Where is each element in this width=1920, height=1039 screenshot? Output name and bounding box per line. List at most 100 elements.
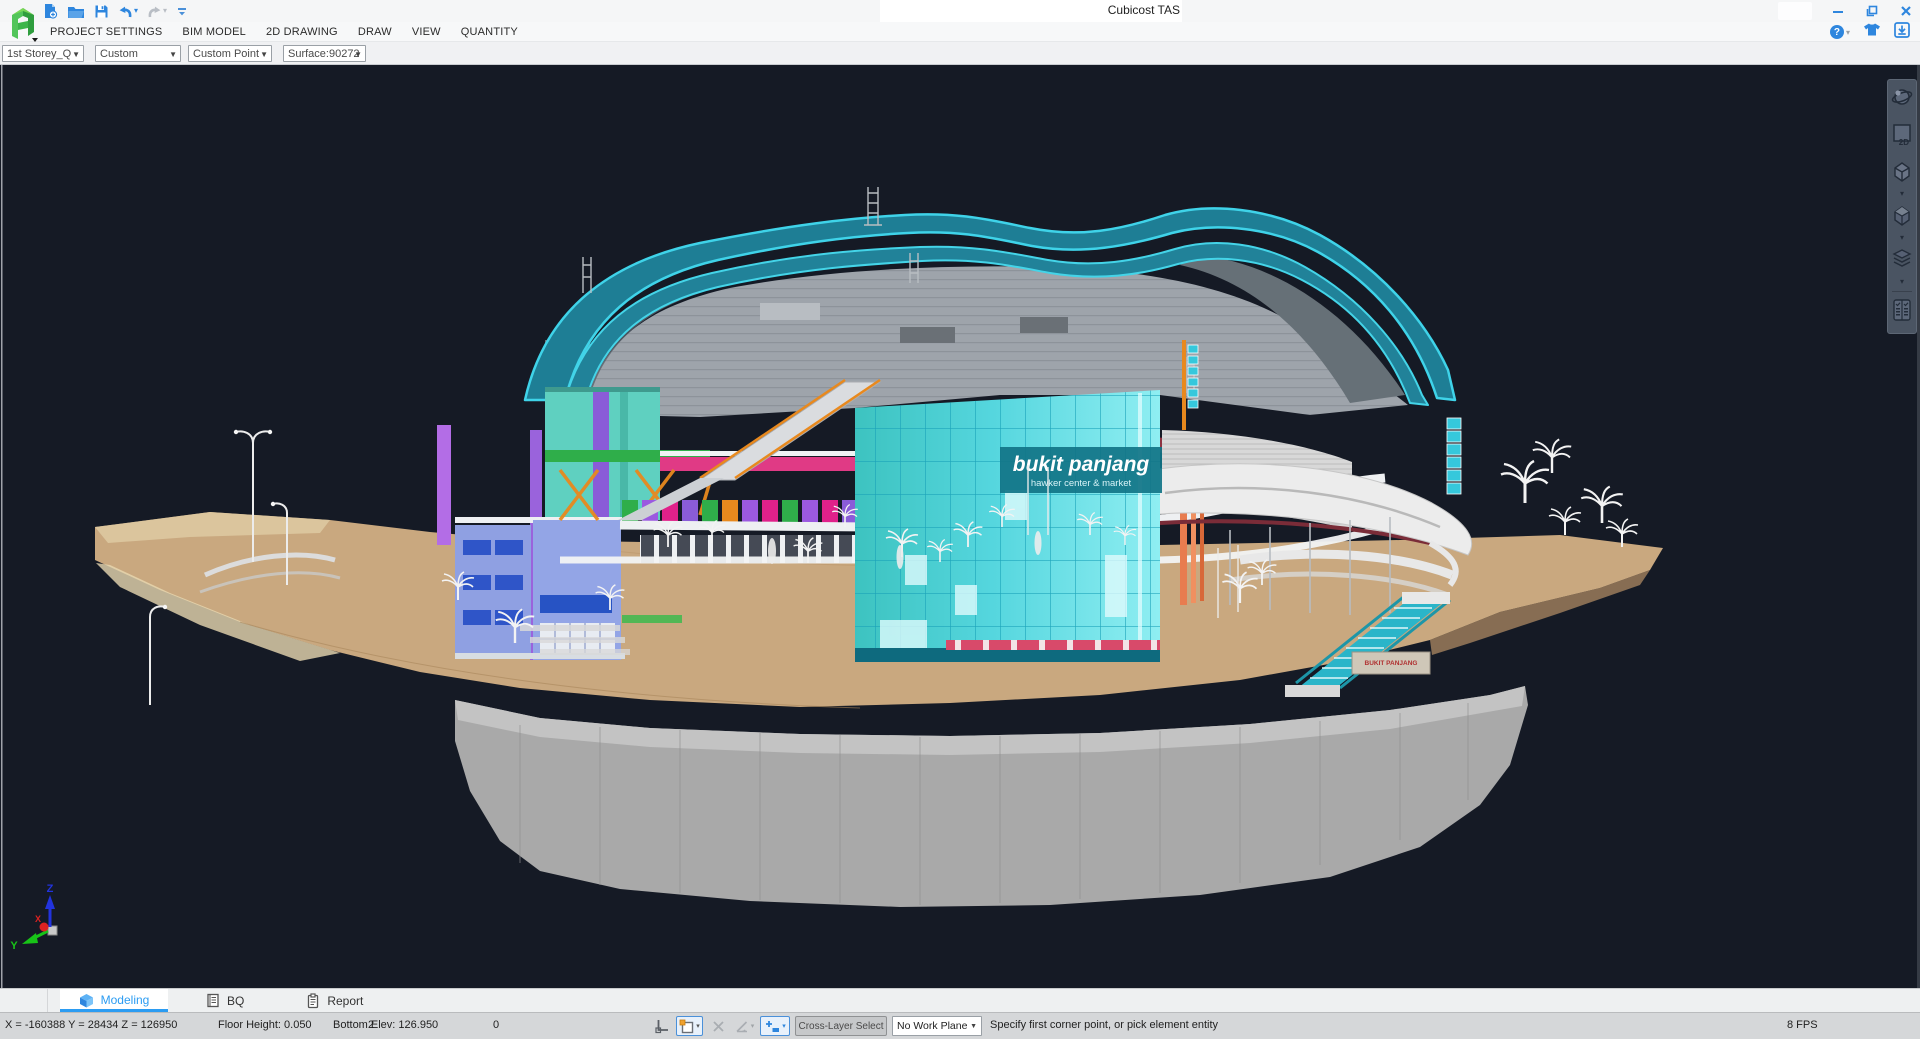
layers-button[interactable] bbox=[1890, 247, 1914, 276]
element-display-button[interactable] bbox=[1890, 298, 1914, 327]
help-button[interactable]: ? ▾ bbox=[1830, 25, 1850, 39]
view-2d-icon-label: 2D bbox=[1899, 138, 1909, 146]
wireframe-view-button[interactable] bbox=[1890, 159, 1914, 188]
angle-snap-button[interactable]: ▾ bbox=[731, 1016, 757, 1036]
model-roof-deck bbox=[545, 255, 1408, 417]
snap-settings-caret[interactable]: ▾ bbox=[696, 1022, 700, 1030]
count-a: 2 bbox=[368, 1019, 374, 1031]
save-button[interactable] bbox=[94, 4, 109, 19]
redo-icon bbox=[147, 4, 162, 19]
help-dropdown-caret[interactable]: ▾ bbox=[1846, 28, 1850, 37]
element-type-select-caret: ▼ bbox=[169, 50, 177, 59]
element-subtype-select-caret: ▼ bbox=[260, 50, 268, 59]
angle-icon bbox=[734, 1019, 749, 1034]
model-viewport[interactable]: bukit panjang hawker center & market BUK… bbox=[0, 65, 1920, 988]
point-snap-button[interactable]: ▾ bbox=[760, 1016, 790, 1036]
snap-rectangle-icon bbox=[679, 1019, 694, 1034]
shaded-view-button[interactable] bbox=[1890, 203, 1914, 232]
point-snap-icon bbox=[764, 1019, 780, 1034]
menubar: PROJECT SETTINGS BIM MODEL 2D DRAWING DR… bbox=[0, 22, 1920, 42]
axis-gizmo: Z Y X bbox=[10, 883, 57, 952]
storey-select-value: 1st Storey_Q bbox=[7, 48, 71, 60]
titlebar: Cubicost TAS bbox=[0, 0, 1920, 22]
tshirt-icon bbox=[1863, 22, 1881, 37]
restore-button[interactable] bbox=[1864, 3, 1880, 19]
point-snap-caret[interactable]: ▾ bbox=[782, 1022, 786, 1030]
menu-bim-model[interactable]: BIM MODEL bbox=[182, 26, 246, 38]
stair-sign-text: BUKIT PANJANG bbox=[1365, 660, 1418, 667]
tab-modeling[interactable]: Modeling bbox=[60, 989, 168, 1012]
stair-sign: BUKIT PANJANG bbox=[1352, 652, 1430, 674]
menu-project-settings[interactable]: PROJECT SETTINGS bbox=[50, 26, 162, 38]
cross-layer-select-button[interactable]: Cross-Layer Select bbox=[795, 1016, 887, 1036]
customize-toolbar-icon bbox=[176, 5, 188, 18]
modeling-cube-icon bbox=[79, 993, 94, 1008]
app-logo[interactable] bbox=[7, 3, 39, 41]
tabbar-spacer bbox=[0, 989, 48, 1012]
view-2d-button[interactable]: 2D bbox=[1890, 122, 1914, 151]
orbit-icon bbox=[1890, 85, 1914, 109]
customize-toolbar-button[interactable] bbox=[176, 5, 188, 18]
open-file-button[interactable] bbox=[67, 4, 85, 19]
menu-quantity[interactable]: QUANTITY bbox=[461, 26, 518, 38]
count-b: 0 bbox=[493, 1019, 499, 1031]
view-2d-icon: 2D bbox=[1890, 122, 1914, 146]
menu-2d-drawing[interactable]: 2D DRAWING bbox=[266, 26, 338, 38]
element-subtype-select-value: Custom Point bbox=[193, 48, 259, 60]
layers-icon bbox=[1890, 247, 1914, 271]
new-file-icon bbox=[42, 3, 58, 20]
close-button[interactable] bbox=[1898, 3, 1914, 19]
storey-select[interactable]: 1st Storey_Q ▼ bbox=[2, 45, 84, 62]
help-icon: ? bbox=[1830, 25, 1844, 39]
open-folder-icon bbox=[67, 4, 85, 19]
wireframe-view-caret[interactable]: ▾ bbox=[1900, 190, 1904, 197]
cross-snap-button[interactable] bbox=[708, 1016, 728, 1036]
layers-caret[interactable]: ▾ bbox=[1900, 278, 1904, 285]
redo-button[interactable]: ▾ bbox=[147, 4, 167, 19]
snap-settings-button[interactable]: ▾ bbox=[676, 1016, 703, 1036]
building-sign: bukit panjang hawker center & market bbox=[1000, 447, 1162, 493]
tab-report[interactable]: Report bbox=[290, 989, 379, 1012]
coordinates-readout: X = -160388 Y = 28434 Z = 126950 bbox=[5, 1019, 177, 1031]
report-clipboard-icon bbox=[306, 993, 320, 1009]
minimize-button[interactable] bbox=[1830, 3, 1846, 19]
axis-x-label: X bbox=[35, 914, 41, 924]
quick-access-toolbar: ▾ ▾ bbox=[42, 2, 188, 20]
wireframe-cube-icon bbox=[1890, 159, 1914, 183]
surface-select-caret: ▼ bbox=[354, 50, 362, 59]
angle-snap-caret[interactable]: ▾ bbox=[751, 1022, 755, 1030]
download-icon bbox=[1894, 22, 1910, 38]
bottom-elev-readout: Bottom Elev: 126.950 bbox=[333, 1019, 438, 1031]
model-basement bbox=[455, 686, 1528, 907]
element-type-select[interactable]: Custom ▼ bbox=[95, 45, 181, 62]
tab-bq[interactable]: BQ bbox=[190, 989, 260, 1012]
tab-bq-label: BQ bbox=[227, 994, 244, 1008]
menu-draw[interactable]: DRAW bbox=[358, 26, 392, 38]
redo-dropdown-caret[interactable]: ▾ bbox=[163, 7, 167, 15]
skin-button[interactable] bbox=[1863, 22, 1881, 42]
work-plane-value: No Work Plane bbox=[897, 1020, 967, 1032]
new-file-button[interactable] bbox=[42, 3, 58, 20]
shaded-view-caret[interactable]: ▾ bbox=[1900, 234, 1904, 241]
checklist-icon bbox=[1890, 298, 1914, 322]
orbit-view-button[interactable] bbox=[1890, 85, 1914, 114]
update-download-button[interactable] bbox=[1894, 22, 1910, 43]
view-toolbar: 2D ▾ ▾ ▾ bbox=[1887, 79, 1917, 334]
ortho-toggle-button[interactable] bbox=[652, 1016, 672, 1036]
menu-view[interactable]: VIEW bbox=[412, 26, 441, 38]
element-type-select-value: Custom bbox=[100, 48, 138, 60]
save-icon bbox=[94, 4, 109, 19]
bottom-tabbar: Modeling BQ Report bbox=[0, 988, 1920, 1012]
surface-select[interactable]: Surface:90272 ▼ bbox=[283, 45, 366, 62]
work-plane-select[interactable]: No Work Plane ▼ bbox=[892, 1016, 982, 1036]
command-prompt: Specify first corner point, or pick elem… bbox=[990, 1019, 1218, 1031]
undo-button[interactable]: ▾ bbox=[118, 4, 138, 19]
storey-select-caret: ▼ bbox=[72, 50, 80, 59]
restore-icon bbox=[1865, 4, 1879, 18]
surface-select-value: Surface:90272 bbox=[288, 48, 360, 60]
undo-icon bbox=[118, 4, 133, 19]
element-subtype-select[interactable]: Custom Point ▼ bbox=[188, 45, 272, 62]
floor-height-readout: Floor Height: 0.050 bbox=[218, 1019, 312, 1031]
undo-dropdown-caret[interactable]: ▾ bbox=[134, 7, 138, 15]
solid-cube-icon bbox=[1890, 203, 1914, 227]
